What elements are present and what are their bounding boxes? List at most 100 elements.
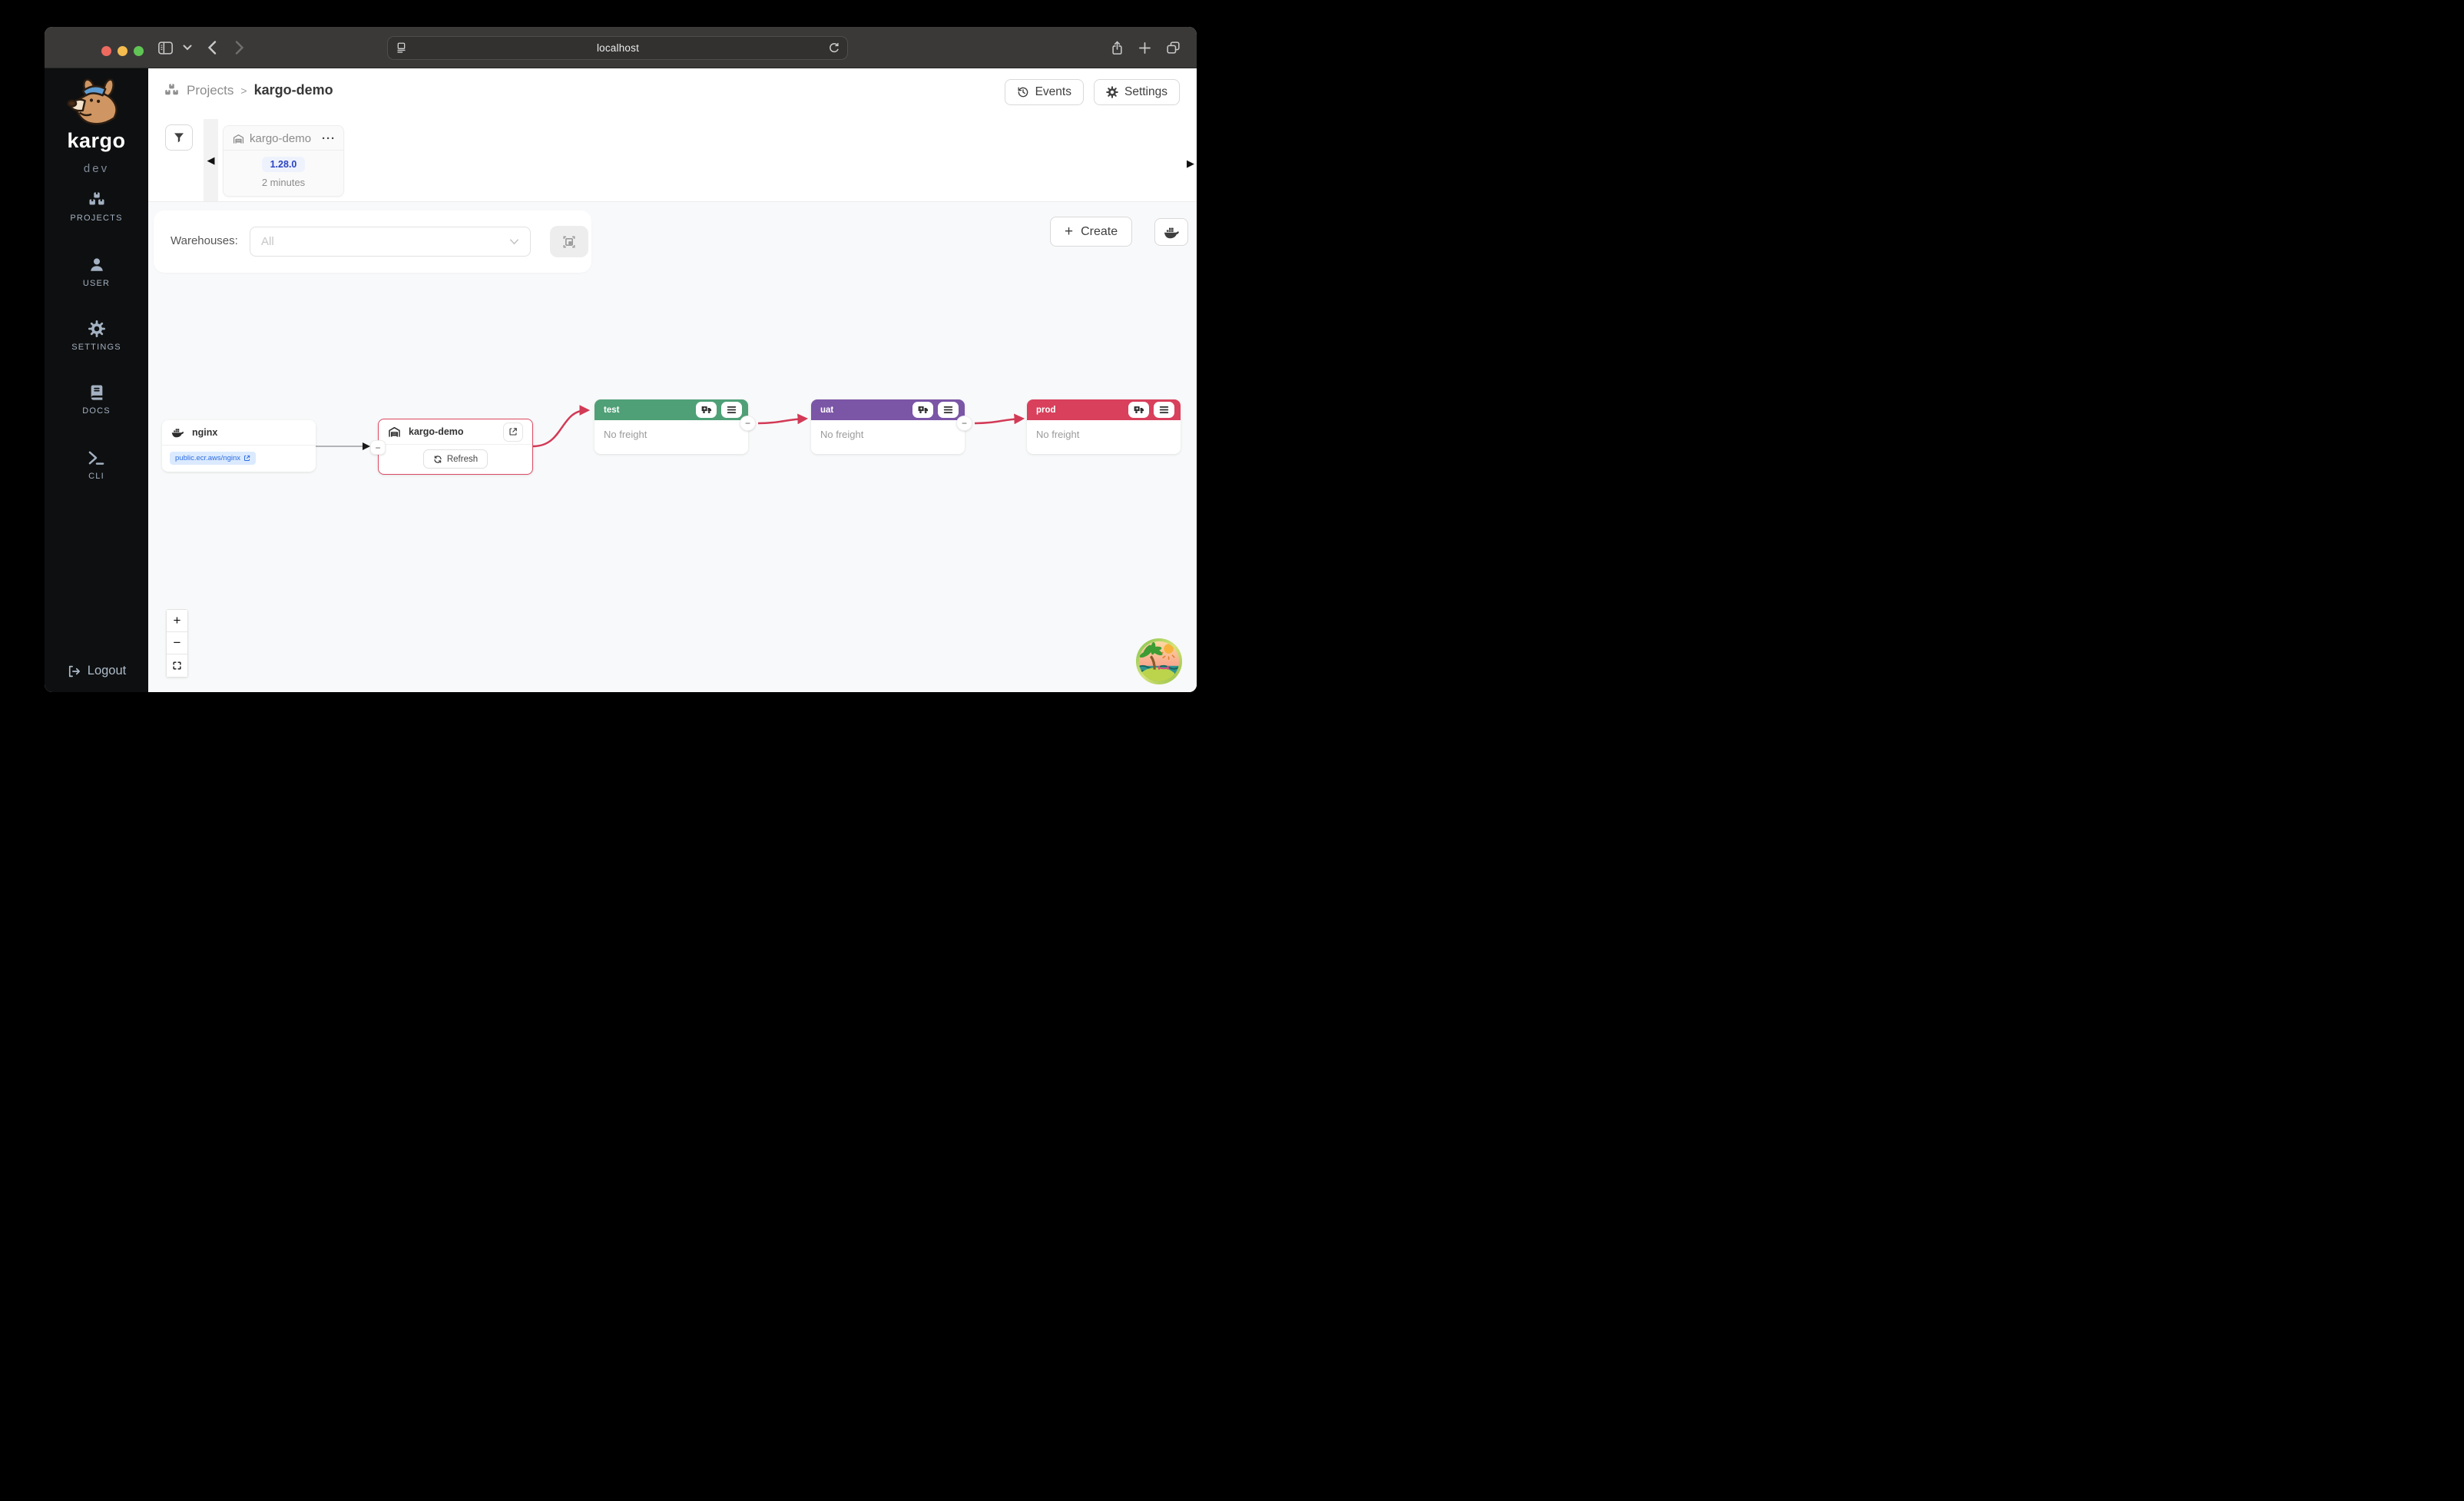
scroll-right-icon[interactable]: ▶ [1187,157,1194,170]
zoom-window-button[interactable] [134,46,144,56]
stage-node-test[interactable]: test No freight − [594,399,748,454]
menu-icon [727,406,737,414]
minimize-window-button[interactable] [118,46,128,56]
sidebar-toggle-icon[interactable] [157,38,174,58]
stamp-image-button[interactable] [550,226,588,257]
freight-version-pill[interactable]: 1.28.0 [262,157,306,172]
images-docker-button[interactable] [1154,218,1188,246]
fit-view-button[interactable] [167,654,187,677]
warehouse-node[interactable]: kargo-demo Refresh [378,419,533,475]
repo-node-title: nginx [192,427,217,438]
freight-timeline: ◀ kargo-demo ··· 1.28.0 2 minutes ▶ [148,119,1197,202]
truck-icon [1134,406,1144,414]
warehouse-icon [388,426,401,438]
sidebar-item-settings[interactable]: SETTINGS [45,320,148,352]
forward-icon[interactable] [235,38,244,58]
stage-menu-button[interactable] [1154,402,1174,418]
stage-title: prod [1036,406,1124,415]
zoom-in-button[interactable]: + [167,610,187,632]
docker-icon [171,427,184,438]
stage-node-prod[interactable]: prod No freight [1027,399,1181,454]
events-button[interactable]: Events [1005,79,1084,105]
external-link-icon [243,455,250,462]
logout-label: Logout [88,664,126,678]
settings-label: Settings [1124,85,1167,99]
page-title: kargo-demo [254,82,333,98]
reader-page-icon[interactable] [396,42,407,54]
boxes-icon [88,191,106,208]
tab-overview-icon[interactable] [1166,38,1181,58]
warehouses-label: Warehouses: [171,234,238,247]
refresh-warehouse-button[interactable]: Refresh [423,449,488,469]
book-icon [88,384,105,401]
freight-age: 2 minutes [224,177,343,188]
reload-icon[interactable] [829,42,840,54]
filter-button[interactable] [165,124,193,151]
stage-menu-button[interactable] [721,402,742,418]
island-badge[interactable] [1135,638,1183,685]
funnel-icon [173,131,185,144]
warehouses-select[interactable]: All [250,227,531,257]
boxes-icon [164,83,180,98]
share-icon[interactable] [1111,38,1124,58]
refresh-icon [433,455,442,464]
island-icon [1135,638,1183,685]
sidebar-item-cli[interactable]: CLI [45,450,148,481]
close-window-button[interactable] [101,46,111,56]
logout-button[interactable]: Logout [45,664,148,678]
warehouses-select-value: All [261,235,509,248]
pipeline-canvas[interactable]: Warehouses: All + Create [148,202,1197,692]
sidebar-item-label: DOCS [82,406,111,416]
freight-truck-button[interactable] [912,402,933,418]
ellipsis-menu-icon[interactable]: ··· [322,132,336,145]
menu-icon [943,406,953,414]
zoom-out-button[interactable]: − [167,632,187,654]
stage-menu-button[interactable] [938,402,959,418]
stage-freight-status: No freight [811,420,965,449]
brand-name: kargo [45,129,148,153]
warehouses-panel: Warehouses: All [154,210,591,273]
breadcrumb-separator: > [240,84,247,97]
new-tab-icon[interactable] [1138,38,1151,58]
sidebar-item-label: USER [83,279,110,288]
open-warehouse-button[interactable] [503,422,523,442]
freight-truck-button[interactable] [696,402,717,418]
back-icon[interactable] [207,38,217,58]
brand-block[interactable]: kargo dev [45,76,148,175]
freight-truck-button[interactable] [1128,402,1149,418]
edge-uat-prod [975,419,1022,423]
connection-handle[interactable]: − [740,416,756,431]
image-repo-url: public.ecr.aws/nginx [175,454,240,462]
refresh-label: Refresh [447,455,478,464]
scroll-left-icon[interactable]: ◀ [207,154,215,167]
sidebar: kargo dev PROJECTS USER SETTINGS [45,68,148,692]
gear-icon [88,320,105,337]
address-bar[interactable]: localhost [387,36,848,60]
environment-label: dev [45,162,148,175]
freight-card[interactable]: kargo-demo ··· 1.28.0 2 minutes [223,125,344,197]
breadcrumb: Projects > kargo-demo [164,82,333,98]
page-header: Projects > kargo-demo Events [148,68,1197,119]
repo-node-nginx[interactable]: nginx public.ecr.aws/nginx [162,420,316,472]
sidebar-item-user[interactable]: USER [45,257,148,288]
connection-handle[interactable]: − [956,416,972,431]
stage-freight-status: No freight [594,420,748,449]
image-repo-link[interactable]: public.ecr.aws/nginx [170,452,256,465]
breadcrumb-projects-link[interactable]: Projects [187,83,233,98]
sidebar-item-projects[interactable]: PROJECTS [45,191,148,223]
stage-node-uat[interactable]: uat No freight − [811,399,965,454]
create-label: Create [1081,225,1118,239]
terminal-icon [88,450,105,466]
chevron-down-icon[interactable] [183,38,192,58]
create-button[interactable]: + Create [1050,217,1132,247]
settings-button[interactable]: Settings [1094,79,1180,105]
menu-icon [1159,406,1169,414]
external-link-icon [508,427,518,436]
sidebar-item-docs[interactable]: DOCS [45,384,148,416]
browser-chrome: localhost [45,27,1197,68]
sidebar-item-label: PROJECTS [70,214,122,223]
warehouse-icon [233,134,244,144]
freight-card-name: kargo-demo [250,132,316,145]
image-frame-icon [561,234,577,250]
connection-handle[interactable]: − [370,440,386,455]
